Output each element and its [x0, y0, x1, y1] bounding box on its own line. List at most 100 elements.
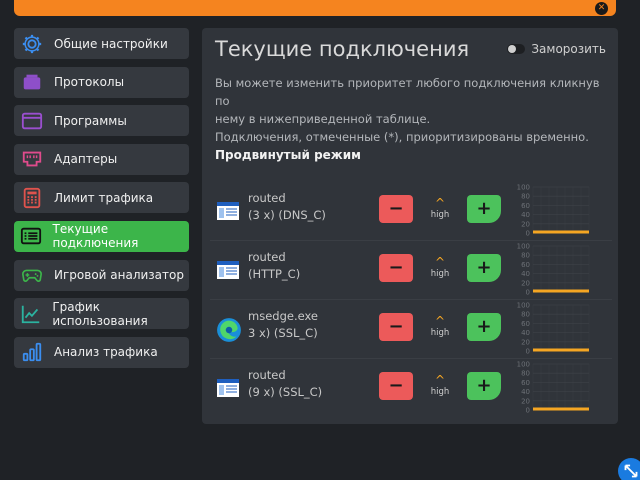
toggle-switch[interactable]: [507, 44, 526, 54]
sparkline-tick-label: 40: [521, 329, 530, 337]
priority-label: high: [430, 387, 450, 397]
window-icon: [20, 109, 44, 133]
decrease-priority-button[interactable]: −: [379, 372, 413, 400]
sparkline-tick-label: 40: [521, 270, 530, 278]
process-name: routed: [248, 191, 286, 205]
app-window-icon: [216, 376, 240, 400]
priority-label: high: [430, 269, 450, 279]
sparkline-usage-bar: [533, 348, 589, 352]
process-name: msedge.exe: [248, 309, 318, 323]
sidebar-item-label: Лимит трафика: [54, 190, 154, 205]
process-name: routed: [248, 250, 286, 264]
sparkline-tick-label: 100: [517, 243, 530, 251]
decrease-priority-button[interactable]: −: [379, 254, 413, 282]
priority-indicator: ^ high: [417, 254, 463, 282]
sidebar: Общие настройки Протоколы Программы Адап…: [14, 28, 189, 375]
gamepad-icon: [20, 263, 44, 287]
sidebar-item-label: Программы: [54, 113, 127, 128]
connection-name: msedge.exe 3 x) (SSL_C): [248, 308, 318, 342]
sidebar-item-programs[interactable]: Программы: [14, 105, 189, 137]
sparkline-tick-label: 0: [526, 348, 530, 356]
connection-row[interactable]: msedge.exe 3 x) (SSL_C) − ^ high + 100 80…: [210, 301, 612, 359]
sparkline-usage-bar: [533, 230, 589, 234]
connections-panel: Текущие подключения Заморозить Вы можете…: [202, 28, 618, 424]
sparkline-tick-label: 40: [521, 211, 530, 219]
app-window-icon: [216, 258, 240, 282]
connection-detail: 3 x) (SSL_C): [248, 326, 318, 340]
chevron-up-icon: ^: [434, 373, 446, 387]
sidebar-item-label: Анализ трафика: [54, 345, 158, 360]
sparkline-tick-label: 80: [521, 252, 530, 260]
increase-priority-button[interactable]: +: [467, 313, 501, 341]
ethernet-icon: [20, 147, 44, 171]
priority-indicator: ^ high: [417, 313, 463, 341]
sidebar-item-general-settings[interactable]: Общие настройки: [14, 28, 189, 59]
sidebar-item-traffic-analysis[interactable]: Анализ трафика: [14, 336, 189, 368]
sparkline-tick-label: 20: [521, 220, 530, 228]
usage-sparkline: 10080604020 0: [517, 184, 590, 238]
sidebar-item-current-connections[interactable]: Текущие подключения: [14, 220, 189, 252]
sparkline-tick-label: 20: [521, 338, 530, 346]
sparkline-tick-label: 60: [521, 379, 530, 387]
sparkline-tick-label: 0: [526, 407, 530, 415]
chevron-up-icon: ^: [434, 255, 446, 269]
edge-browser-icon: [216, 317, 241, 342]
sparkline-tick-label: 60: [521, 320, 530, 328]
description-line: Подключения, отмеченные (*), приоритизир…: [215, 130, 589, 144]
sidebar-item-usage-graph[interactable]: График использования: [14, 298, 189, 330]
sidebar-item-label: График использования: [52, 299, 148, 328]
sparkline-tick-label: 100: [517, 361, 530, 369]
sparkline-tick-label: 80: [521, 193, 530, 201]
description-line: Вы можете изменить приоритет любого подк…: [215, 76, 600, 108]
sparkline-tick-label: 20: [521, 397, 530, 405]
expand-arrows-icon: [624, 464, 638, 478]
priority-label: high: [430, 328, 450, 338]
sidebar-item-label: Текущие подключения: [52, 222, 139, 251]
gear-icon: [20, 32, 44, 56]
sidebar-item-label: Протоколы: [54, 75, 125, 90]
sparkline-tick-label: 100: [517, 302, 530, 310]
connection-detail: (9 x) (SSL_C): [248, 385, 323, 399]
priority-indicator: ^ high: [417, 372, 463, 400]
connection-name: routed (HTTP_C): [248, 249, 300, 283]
bar-chart-icon: [20, 340, 44, 364]
close-button[interactable]: ✕: [595, 2, 608, 15]
sparkline-tick-label: 0: [526, 289, 530, 297]
sidebar-item-traffic-limit[interactable]: Лимит трафика: [14, 182, 189, 214]
increase-priority-button[interactable]: +: [467, 254, 501, 282]
usage-sparkline: 10080604020 0: [517, 243, 590, 297]
sidebar-item-game-analyzer[interactable]: Игровой анализатор: [14, 259, 189, 291]
connection-name: routed (9 x) (SSL_C): [248, 367, 322, 401]
connection-row[interactable]: routed (HTTP_C) − ^ high + 100 80 60 40 20 0: [210, 242, 612, 300]
freeze-label: Заморозить: [531, 42, 606, 56]
connection-row[interactable]: routed (3 x) (DNS_C) − ^ high + 100 80 60 4…: [210, 183, 612, 241]
sparkline-tick-label: 100: [517, 184, 530, 192]
process-name: routed: [248, 368, 286, 382]
chevron-up-icon: ^: [434, 196, 446, 210]
sparkline-tick-label: 40: [521, 388, 530, 396]
sparkline-usage-bar: [533, 407, 589, 411]
connection-row[interactable]: routed (9 x) (SSL_C) − ^ high + 100 80 60 4…: [210, 360, 612, 418]
connection-detail: (3 x) (DNS_C): [248, 208, 326, 222]
calculator-icon: [20, 186, 44, 210]
sidebar-item-label: Адаптеры: [54, 152, 118, 167]
sparkline-tick-label: 60: [521, 261, 530, 269]
sparkline-tick-label: 20: [521, 279, 530, 287]
increase-priority-button[interactable]: +: [467, 372, 501, 400]
usage-sparkline: 10080604020 0: [517, 302, 590, 356]
connection-name: routed (3 x) (DNS_C): [248, 190, 326, 224]
sidebar-item-protocols[interactable]: Протоколы: [14, 66, 189, 98]
protocols-icon: [20, 70, 44, 94]
page-title: Текущие подключения: [215, 37, 470, 61]
top-bar: ✕: [14, 0, 616, 16]
app-window-icon: [216, 199, 240, 223]
decrease-priority-button[interactable]: −: [379, 195, 413, 223]
sparkline-tick-label: 0: [526, 230, 530, 238]
description-line: нему в нижеприведенной таблице.: [215, 112, 431, 126]
increase-priority-button[interactable]: +: [467, 195, 501, 223]
sidebar-item-adapters[interactable]: Адаптеры: [14, 143, 189, 175]
decrease-priority-button[interactable]: −: [379, 313, 413, 341]
sparkline-usage-bar: [533, 289, 589, 293]
corner-badge[interactable]: [618, 458, 640, 480]
freeze-toggle[interactable]: Заморозить: [507, 42, 606, 56]
